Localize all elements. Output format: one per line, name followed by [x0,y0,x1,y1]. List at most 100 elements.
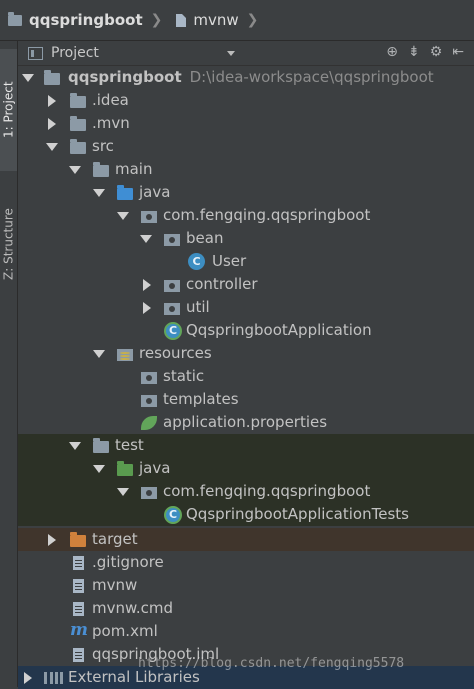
tree-row-tests-class[interactable]: C QqspringbootApplicationTests [18,503,474,526]
folder-icon [93,438,109,453]
tool-tab-project[interactable]: 1: Project [0,49,17,171]
tree-label: pom.xml [92,622,158,640]
tree-row-templates[interactable]: templates [18,388,474,411]
folder-icon [70,93,86,108]
locate-icon[interactable]: ⊕ [386,44,398,60]
expand-arrow-icon[interactable] [69,442,81,450]
module-file-icon [73,648,84,662]
expand-arrow-icon[interactable] [46,143,58,151]
gear-icon[interactable]: ⚙ [430,44,443,60]
tree-row-main[interactable]: main [18,158,474,181]
project-panel-header: Project ⊕ ⇟ ⚙ ⇤ [18,41,474,66]
excluded-folder-icon [70,532,86,547]
expand-arrow-icon[interactable] [69,166,81,174]
class-icon: C [188,253,205,270]
package-icon [164,303,180,315]
source-folder-icon [117,185,133,200]
expand-arrow-icon[interactable] [93,350,105,358]
breadcrumb-file[interactable]: mvnw ❯ [176,11,264,29]
tree-row-bean[interactable]: bean [18,227,474,250]
tree-label: templates [163,390,239,408]
tree-label: main [115,160,153,178]
collapsed-arrow-icon[interactable] [24,672,32,684]
spring-boot-test-class-icon: C [164,506,182,524]
tree-label: bean [186,229,224,247]
collapsed-arrow-icon[interactable] [48,95,56,107]
project-view-icon [28,46,43,60]
hide-panel-icon[interactable]: ⇤ [452,44,464,60]
breadcrumb-project-label: qqspringboot [29,11,143,29]
chevron-right-icon: ❯ [246,12,259,28]
tree-label: QqspringbootApplication [186,321,372,339]
expand-arrow-icon[interactable] [22,74,34,82]
watermark: https://blog.csdn.net/fengqing5578 [138,656,405,671]
tree-label: mvnw [92,576,138,594]
tree-label: qqspringboot [68,68,182,86]
tree-row-test-package[interactable]: com.fengqing.qqspringboot [18,480,474,503]
tree-label: .idea [92,91,129,109]
expand-arrow-icon[interactable] [117,212,129,220]
navigation-bar: qqspringboot ❯ mvnw ❯ [0,0,474,41]
tree-row-idea[interactable]: .idea [18,89,474,112]
folder-icon [70,116,86,131]
text-file-icon [73,579,84,593]
tree-row-root[interactable]: qqspringboot D:\idea-workspace\qqspringbo… [18,66,474,89]
expand-arrow-icon[interactable] [117,488,129,496]
collapsed-arrow-icon[interactable] [143,302,151,314]
tree-row-controller[interactable]: controller [18,273,474,296]
tool-tab-structure[interactable]: Z: Structure [0,199,17,289]
tree-label: resources [139,344,212,362]
tree-row-mvnw[interactable]: mvnw [18,574,474,597]
tree-label: src [92,137,114,155]
tree-row-gitignore[interactable]: .gitignore [18,551,474,574]
collapsed-arrow-icon[interactable] [143,279,151,291]
collapsed-arrow-icon[interactable] [48,118,56,130]
tree-label: mvnw.cmd [92,599,174,617]
expand-arrow-icon[interactable] [93,465,105,473]
tree-row-src[interactable]: src [18,135,474,158]
tree-row-main-package[interactable]: com.fengqing.qqspringboot [18,204,474,227]
tree-row-util[interactable]: util [18,296,474,319]
test-source-folder-icon [117,461,133,476]
folder-icon [141,395,157,407]
tree-row-resources[interactable]: resources [18,342,474,365]
collapsed-arrow-icon[interactable] [48,534,56,546]
text-file-icon [73,602,84,616]
tree-row-main-java[interactable]: java [18,181,474,204]
tree-label: java [139,459,171,477]
tree-row-mvnw-cmd[interactable]: mvnw.cmd [18,597,474,620]
tree-label: User [212,252,247,270]
tree-row-test-java[interactable]: java [18,457,474,480]
tree-label: com.fengqing.qqspringboot [163,482,371,500]
folder-icon [141,372,157,384]
tree-row-properties[interactable]: application.properties [18,411,474,434]
view-selector-label[interactable]: Project [51,45,99,61]
package-icon [141,211,157,223]
tree-label: QqspringbootApplicationTests [186,505,409,523]
project-tree: qqspringboot D:\idea-workspace\qqspringbo… [18,66,474,689]
tree-row-application[interactable]: C QqspringbootApplication [18,319,474,342]
package-icon [141,487,157,499]
tree-label: application.properties [163,413,328,431]
tree-row-mvn[interactable]: .mvn [18,112,474,135]
tree-row-pom[interactable]: m pom.xml [18,620,474,643]
package-icon [164,280,180,292]
expand-arrow-icon[interactable] [93,189,105,197]
tree-row-user[interactable]: C User [18,250,474,273]
chevron-down-icon[interactable] [226,50,235,56]
tree-path: D:\idea-workspace\qqspringboot [189,68,434,86]
tree-row-test[interactable]: test [18,434,474,457]
tool-window-strip: 1: Project Z: Structure [0,41,18,687]
folder-icon [8,11,22,26]
tree-row-static[interactable]: static [18,365,474,388]
maven-icon: m [70,620,88,640]
breadcrumb-project[interactable]: qqspringboot ❯ [8,11,168,29]
tree-label: util [186,298,210,316]
file-icon [176,13,187,27]
text-file-icon [73,556,84,570]
spring-leaf-icon [141,416,157,430]
tree-row-target[interactable]: target [18,528,474,551]
breadcrumb-file-label: mvnw [193,11,239,29]
collapse-all-icon[interactable]: ⇟ [408,44,420,60]
expand-arrow-icon[interactable] [140,235,152,243]
